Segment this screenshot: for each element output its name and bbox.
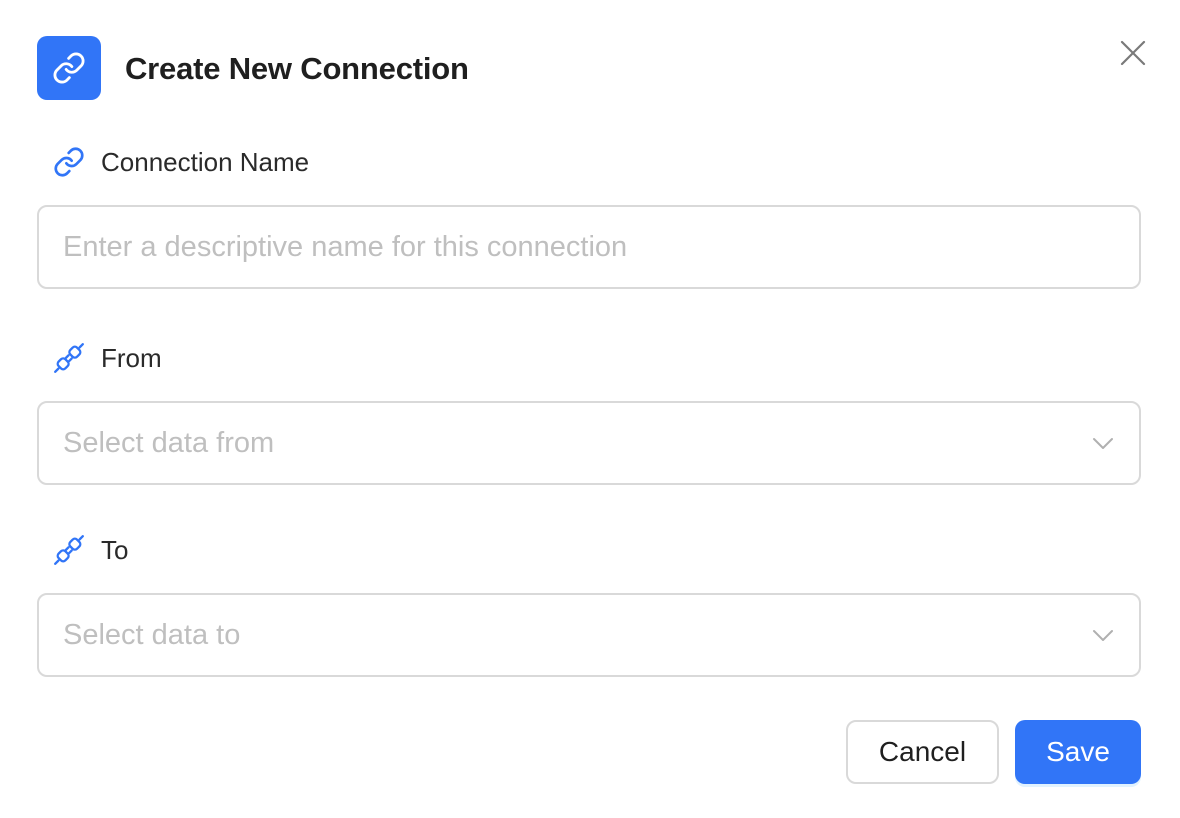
from-label: From xyxy=(52,338,162,378)
from-label-text: From xyxy=(101,342,162,373)
connection-name-label: Connection Name xyxy=(52,142,309,182)
header-link-icon xyxy=(37,36,101,100)
to-label: To xyxy=(52,530,128,570)
close-button[interactable] xyxy=(1112,32,1154,74)
plug-connect-icon xyxy=(52,341,86,375)
create-connection-dialog: Create New Connection Connection Name En… xyxy=(0,0,1180,818)
from-select[interactable]: Select data from xyxy=(37,401,1141,485)
chevron-down-icon xyxy=(1091,431,1115,455)
to-select[interactable]: Select data to xyxy=(37,593,1141,677)
to-select-placeholder: Select data to xyxy=(63,618,241,651)
connection-name-input[interactable] xyxy=(39,207,1139,287)
to-label-text: To xyxy=(101,534,129,565)
link-icon xyxy=(52,145,86,179)
chevron-down-icon xyxy=(1091,623,1115,647)
plug-connect-icon xyxy=(52,533,86,567)
close-icon xyxy=(1120,40,1146,66)
dialog-title: Create New Connection xyxy=(125,51,469,86)
cancel-button[interactable]: Cancel xyxy=(846,720,999,784)
save-button[interactable]: Save xyxy=(1015,720,1141,784)
connection-name-label-text: Connection Name xyxy=(101,146,310,177)
connection-name-field-wrapper xyxy=(37,205,1141,289)
from-select-placeholder: Select data from xyxy=(63,426,275,459)
